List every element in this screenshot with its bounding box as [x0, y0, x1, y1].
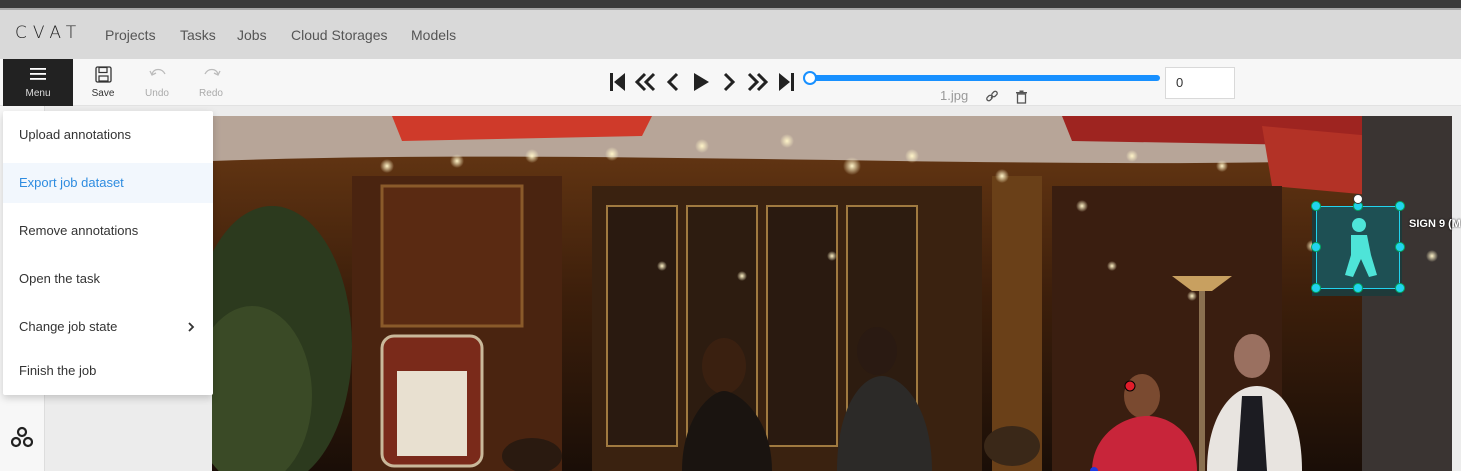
menu-item-finish-job[interactable]: Finish the job	[3, 351, 213, 391]
undo-label: Undo	[145, 88, 169, 99]
bbox-handle[interactable]	[1311, 242, 1321, 252]
frame-number-input[interactable]: 0	[1165, 67, 1235, 99]
menu-button[interactable]: Menu	[3, 59, 73, 106]
bbox-handle[interactable]	[1353, 283, 1363, 293]
next-frame-icon[interactable]	[722, 72, 736, 92]
annotation-bounding-box[interactable]	[1316, 206, 1400, 289]
top-header: CVAT Projects Tasks Jobs Cloud Storages …	[0, 10, 1461, 59]
chevron-right-icon	[188, 322, 195, 332]
frame-slider-track[interactable]	[810, 75, 1160, 81]
menu-item-change-job-state[interactable]: Change job state	[3, 307, 213, 347]
last-frame-icon[interactable]	[777, 72, 795, 92]
menu-item-change-job-state-label: Change job state	[19, 319, 118, 334]
frame-filename: 1.jpg	[940, 88, 969, 103]
hamburger-icon	[30, 68, 46, 80]
browser-top-strip	[0, 0, 1461, 10]
bbox-handle[interactable]	[1395, 283, 1405, 293]
job-menu-dropdown: Upload annotations Export job dataset Re…	[3, 111, 213, 395]
nav-models[interactable]: Models	[411, 27, 456, 43]
app-logo: CVAT	[15, 23, 83, 43]
menu-item-export-job-dataset[interactable]: Export job dataset	[3, 163, 213, 203]
delete-frame-icon[interactable]	[1015, 90, 1028, 104]
menu-item-open-task[interactable]: Open the task	[3, 259, 213, 299]
bbox-handle[interactable]	[1311, 201, 1321, 211]
bbox-handle[interactable]	[1395, 242, 1405, 252]
canvas-image[interactable]	[212, 116, 1452, 471]
opencv-icon[interactable]	[11, 426, 33, 448]
play-icon[interactable]	[692, 72, 710, 92]
frame-slider-handle[interactable]	[803, 71, 817, 85]
bbox-rotation-handle[interactable]	[1353, 194, 1363, 204]
menu-item-upload-annotations[interactable]: Upload annotations	[3, 115, 213, 155]
annotation-toolbar: Menu Save Undo Redo 1.jpg 0	[0, 59, 1461, 106]
nav-cloud-storages[interactable]: Cloud Storages	[291, 27, 388, 43]
fast-forward-icon[interactable]	[745, 72, 769, 92]
first-frame-icon[interactable]	[609, 72, 627, 92]
menu-label: Menu	[25, 88, 51, 99]
menu-item-remove-annotations[interactable]: Remove annotations	[3, 211, 213, 251]
previous-frame-icon[interactable]	[666, 72, 680, 92]
redo-button[interactable]: Redo	[191, 59, 231, 106]
redo-label: Redo	[199, 88, 223, 99]
undo-icon	[149, 68, 166, 76]
save-label: Save	[91, 88, 115, 99]
bbox-handle[interactable]	[1395, 201, 1405, 211]
bbox-handle[interactable]	[1311, 283, 1321, 293]
nav-jobs[interactable]: Jobs	[237, 27, 267, 43]
nav-tasks[interactable]: Tasks	[180, 27, 216, 43]
undo-button[interactable]: Undo	[137, 59, 177, 106]
save-button[interactable]: Save	[83, 59, 123, 106]
fast-backward-icon[interactable]	[634, 72, 658, 92]
copy-link-icon[interactable]	[985, 90, 999, 104]
nav-projects[interactable]: Projects	[105, 27, 156, 43]
redo-icon	[204, 68, 221, 76]
pedestrian-signal-figure	[1345, 218, 1377, 277]
save-icon	[95, 66, 112, 83]
annotation-label: SIGN 9 (M	[1409, 218, 1461, 230]
